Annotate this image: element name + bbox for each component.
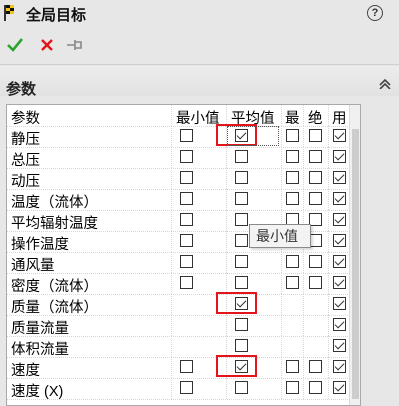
table-row: 通风量 (7, 252, 360, 274)
avg-checkbox[interactable] (235, 276, 248, 289)
max-checkbox[interactable] (286, 276, 299, 289)
min-checkbox[interactable] (180, 234, 193, 247)
use-checkbox[interactable] (333, 318, 346, 331)
parameter-name: 操作温度 (11, 237, 69, 253)
parameter-name: 速度 (11, 363, 40, 379)
header-max[interactable]: 最 (285, 107, 300, 128)
highlight-box (216, 292, 257, 314)
title-bar: 全局目标 ? (0, 0, 399, 30)
min-checkbox[interactable] (180, 192, 193, 205)
bulk-checkbox[interactable] (309, 360, 322, 373)
header-min[interactable]: 最小值 (176, 107, 220, 128)
max-checkbox[interactable] (286, 360, 299, 373)
use-checkbox[interactable] (333, 276, 346, 289)
help-icon[interactable]: ? (367, 5, 383, 21)
bulk-checkbox[interactable] (309, 276, 322, 289)
parameter-name: 动压 (11, 174, 40, 190)
table-row: 总压 (7, 147, 360, 169)
max-checkbox[interactable] (286, 255, 299, 268)
use-checkbox[interactable] (333, 129, 346, 142)
pin-button[interactable] (65, 34, 85, 56)
table-row: 速度 (X) (7, 378, 360, 400)
min-checkbox[interactable] (180, 150, 193, 163)
use-checkbox[interactable] (333, 234, 346, 247)
use-checkbox[interactable] (333, 192, 346, 205)
max-checkbox[interactable] (286, 171, 299, 184)
divider (0, 64, 399, 65)
use-checkbox[interactable] (333, 150, 346, 163)
header-use[interactable]: 用 (332, 107, 347, 128)
ok-button[interactable] (5, 34, 25, 56)
avg-checkbox[interactable] (235, 234, 248, 247)
table-header-row: 参数 最小值 平均值 最 绝 用 (7, 105, 360, 127)
parameter-name: 通风量 (11, 258, 55, 274)
min-checkbox[interactable] (180, 129, 193, 142)
table-row: 动压 (7, 168, 360, 190)
bulk-checkbox[interactable] (309, 192, 322, 205)
use-checkbox[interactable] (333, 360, 346, 373)
parameter-table: 参数 最小值 平均值 最 绝 用 静压总压动压温度（流体） 平均辐射温度 操作温度通… (6, 104, 361, 406)
parameter-name: 速度 (X) (11, 384, 64, 400)
parameter-name: 平均辐射温度 (11, 216, 98, 232)
use-checkbox[interactable] (333, 213, 346, 226)
avg-checkbox[interactable] (235, 192, 248, 205)
use-checkbox[interactable] (333, 297, 346, 310)
toolbar (0, 34, 399, 56)
max-checkbox[interactable] (286, 129, 299, 142)
use-checkbox[interactable] (333, 171, 346, 184)
table-row: 静压 (7, 126, 360, 148)
bulk-checkbox[interactable] (309, 255, 322, 268)
collapse-icon[interactable] (377, 77, 393, 89)
parameter-name: 体积流量 (11, 342, 69, 358)
focus-rect (227, 126, 279, 146)
min-checkbox[interactable] (180, 171, 193, 184)
parameter-name: 总压 (11, 153, 40, 169)
tooltip: 最小值 (249, 224, 311, 248)
max-checkbox[interactable] (286, 150, 299, 163)
bulk-checkbox[interactable] (309, 150, 322, 163)
min-checkbox[interactable] (180, 276, 193, 289)
table-row: 质量流量 (7, 315, 360, 337)
avg-checkbox[interactable] (235, 255, 248, 268)
parameter-name: 密度（流体） (11, 279, 98, 295)
avg-checkbox[interactable] (235, 171, 248, 184)
table-row: 质量（流体） (7, 294, 360, 316)
section-header-parameters[interactable]: 参数 (0, 66, 399, 98)
min-checkbox[interactable] (180, 255, 193, 268)
use-checkbox[interactable] (333, 339, 346, 352)
scroll-thumb[interactable] (352, 129, 359, 399)
parameter-name: 质量流量 (11, 321, 69, 337)
panel-title: 全局目标 (26, 7, 87, 24)
vertical-scrollbar[interactable] (349, 105, 360, 405)
table-row: 速度 (7, 357, 360, 379)
table-row: 体积流量 (7, 336, 360, 358)
use-checkbox[interactable] (333, 255, 346, 268)
avg-checkbox[interactable] (235, 339, 248, 352)
parameter-name: 温度（流体） (11, 195, 98, 211)
parameter-name: 质量（流体） (11, 300, 98, 316)
table-row: 温度（流体） (7, 189, 360, 211)
avg-checkbox[interactable] (235, 150, 248, 163)
min-checkbox[interactable] (180, 360, 193, 373)
min-checkbox[interactable] (180, 213, 193, 226)
highlight-box (216, 355, 257, 377)
header-parameter: 参数 (11, 111, 40, 127)
section-title: 参数 (6, 81, 37, 98)
header-bulk[interactable]: 绝 (308, 107, 323, 128)
avg-checkbox[interactable] (235, 318, 248, 331)
bulk-checkbox[interactable] (309, 129, 322, 142)
goal-flag-icon (4, 5, 14, 21)
cancel-button[interactable] (37, 34, 57, 56)
max-checkbox[interactable] (286, 192, 299, 205)
parameter-name: 静压 (11, 132, 40, 148)
bulk-checkbox[interactable] (309, 171, 322, 184)
table-row: 密度（流体） (7, 273, 360, 295)
avg-checkbox[interactable] (235, 213, 248, 226)
